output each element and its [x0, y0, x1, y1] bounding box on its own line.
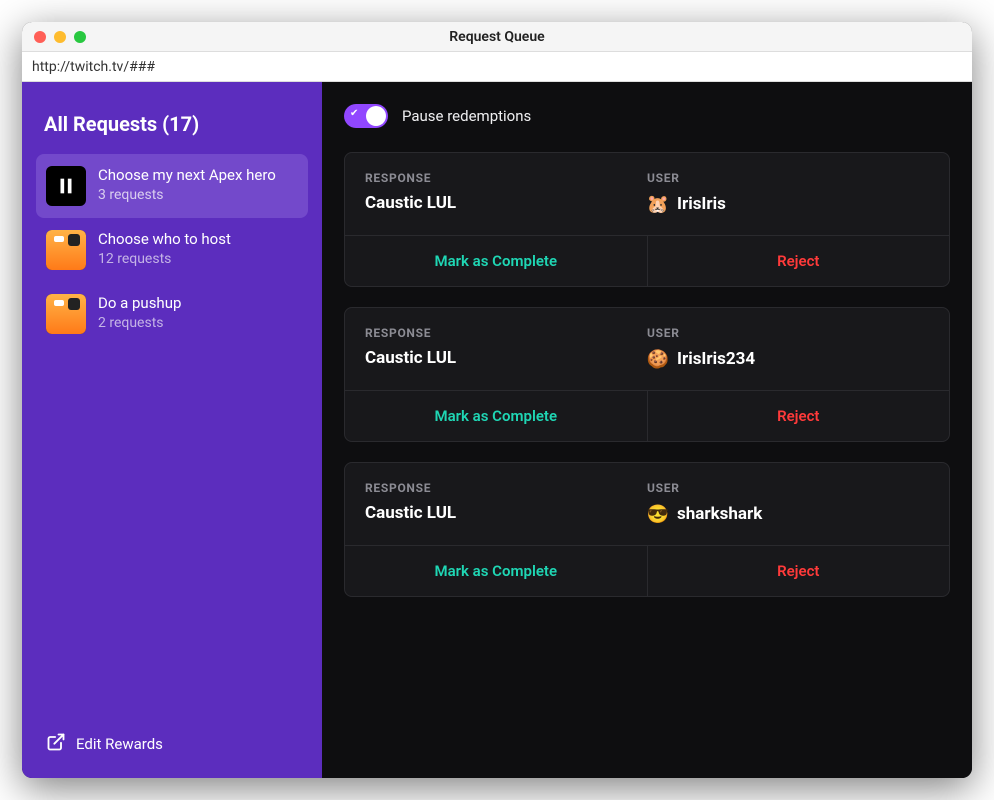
response-header: RESPONSE [365, 481, 647, 495]
user-value: 🍪 IrisIris234 [647, 348, 929, 370]
response-header: RESPONSE [365, 171, 647, 185]
edit-rewards-button[interactable]: Edit Rewards [36, 724, 308, 764]
request-card-list: RESPONSECaustic LULUSER🐹IrisIrisMark as … [344, 152, 950, 597]
reject-button[interactable]: Reject [647, 391, 950, 441]
user-avatar-icon: 🐹 [647, 193, 669, 215]
external-link-icon [46, 732, 66, 756]
sidebar-title: All Requests (17) [36, 106, 308, 154]
url-bar[interactable]: http://twitch.tv/### [22, 52, 972, 82]
app-window: Request Queue http://twitch.tv/### All R… [22, 22, 972, 778]
reward-count: 12 requests [98, 251, 231, 267]
user-avatar-icon: 🍪 [647, 348, 669, 370]
mark-complete-button[interactable]: Mark as Complete [345, 546, 647, 596]
titlebar: Request Queue [22, 22, 972, 52]
response-value: Caustic LUL [365, 348, 647, 368]
response-value: Caustic LUL [365, 193, 647, 213]
user-value: 🐹 IrisIris [647, 193, 929, 215]
user-avatar-icon: 😎 [647, 503, 669, 525]
pause-icon [46, 166, 86, 206]
reward-label: Do a pushup [98, 294, 181, 313]
mark-complete-button[interactable]: Mark as Complete [345, 391, 647, 441]
pause-toggle[interactable]: ✔ [344, 104, 388, 128]
close-window-button[interactable] [34, 31, 46, 43]
user-header: USER [647, 171, 929, 185]
mark-complete-button[interactable]: Mark as Complete [345, 236, 647, 286]
avatar-icon [46, 294, 86, 334]
avatar-icon [46, 230, 86, 270]
edit-rewards-label: Edit Rewards [76, 735, 163, 753]
response-value: Caustic LUL [365, 503, 647, 523]
sidebar: All Requests (17) Choose my next Apex he… [22, 82, 322, 778]
user-value: 😎 sharkshark [647, 503, 929, 525]
pause-row: ✔ Pause redemptions [344, 104, 950, 128]
reward-list: Choose my next Apex hero3 requestsChoose… [36, 154, 308, 346]
minimize-window-button[interactable] [54, 31, 66, 43]
user-header: USER [647, 326, 929, 340]
request-card: RESPONSE Caustic LULUSER 😎 sharkshark Mark a… [344, 462, 950, 597]
response-header: RESPONSE [365, 326, 647, 340]
reward-label: Choose my next Apex hero [98, 166, 276, 185]
traffic-lights [22, 31, 86, 43]
sidebar-reward-item[interactable]: Choose my next Apex hero 3 requests [36, 154, 308, 218]
request-card: RESPONSE Caustic LULUSER 🐹 IrisIris Mark as … [344, 152, 950, 287]
reward-count: 2 requests [98, 315, 181, 331]
reject-button[interactable]: Reject [647, 546, 950, 596]
check-icon: ✔ [350, 109, 358, 119]
sidebar-reward-item[interactable]: Do a pushup 2 requests [36, 282, 308, 346]
zoom-window-button[interactable] [74, 31, 86, 43]
reward-label: Choose who to host [98, 230, 231, 249]
user-header: USER [647, 481, 929, 495]
reward-count: 3 requests [98, 187, 276, 203]
pause-toggle-label: Pause redemptions [402, 107, 531, 125]
user-name: IrisIris [677, 194, 726, 214]
toggle-knob [366, 106, 386, 126]
request-card: RESPONSE Caustic LULUSER 🍪 IrisIris234 Mark … [344, 307, 950, 442]
content-area: All Requests (17) Choose my next Apex he… [22, 82, 972, 778]
main-panel: ✔ Pause redemptions RESPONSECaustic LULU… [322, 82, 972, 778]
user-name: IrisIris234 [677, 349, 755, 369]
window-title: Request Queue [22, 29, 972, 45]
user-name: sharkshark [677, 504, 762, 524]
sidebar-reward-item[interactable]: Choose who to host 12 requests [36, 218, 308, 282]
url-text: http://twitch.tv/### [32, 59, 155, 75]
reject-button[interactable]: Reject [647, 236, 950, 286]
